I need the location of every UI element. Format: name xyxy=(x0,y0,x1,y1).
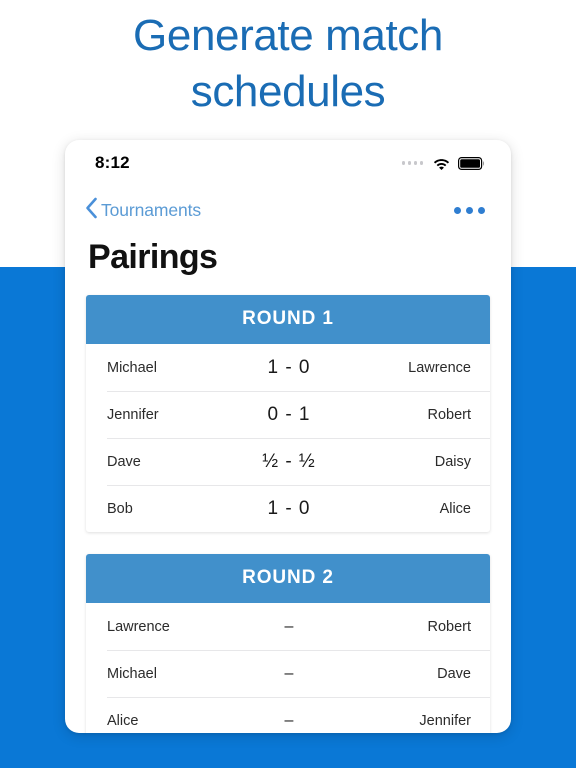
match-score: 1 - 0 xyxy=(267,356,311,378)
rounds-list: ROUND 1 Michael 1 - 0 Lawrence Jennifer 0 - 1… xyxy=(65,295,511,733)
status-bar-time: 8:12 xyxy=(95,153,130,172)
promo-headline-line-1: Generate match xyxy=(133,11,443,60)
round-block: ROUND 1 Michael 1 - 0 Lawrence Jennifer 0 - 1… xyxy=(86,295,490,532)
player-black: Robert xyxy=(427,618,471,635)
match-score: ½ - ½ xyxy=(262,450,316,472)
player-black: Lawrence xyxy=(408,359,471,376)
match-row[interactable]: Michael – Dave xyxy=(86,650,490,697)
player-black: Daisy xyxy=(434,453,471,470)
promo-headline-line-2: schedules xyxy=(190,67,386,117)
player-white: Bob xyxy=(107,500,133,517)
match-score: – xyxy=(284,617,294,635)
status-bar: 8:12 xyxy=(65,140,511,186)
round-header[interactable]: ROUND 1 xyxy=(86,295,490,344)
player-white: Jennifer xyxy=(107,406,159,423)
match-score: – xyxy=(284,711,294,729)
promo-headline: Generate match schedules xyxy=(0,8,576,121)
match-row[interactable]: Bob 1 - 0 Alice xyxy=(86,485,490,532)
match-row[interactable]: Jennifer 0 - 1 Robert xyxy=(86,391,490,438)
phone-screenshot-card: 8:12 Tournaments Pairings ROUND 1 Michae… xyxy=(65,140,511,733)
match-score: 1 - 0 xyxy=(267,497,311,519)
player-white: Alice xyxy=(107,712,139,729)
round-header[interactable]: ROUND 2 xyxy=(86,554,490,603)
battery-full-icon xyxy=(458,156,485,170)
match-row[interactable]: Alice – Jennifer xyxy=(86,697,490,733)
player-white: Michael xyxy=(107,665,157,682)
navigation-bar: Tournaments xyxy=(65,186,511,234)
signal-dots-icon xyxy=(401,161,423,165)
match-row[interactable]: Lawrence – Robert xyxy=(86,603,490,650)
player-white: Lawrence xyxy=(107,618,170,635)
match-row[interactable]: Dave ½ - ½ Daisy xyxy=(86,438,490,485)
wifi-icon xyxy=(433,157,450,170)
more-horizontal-icon[interactable] xyxy=(454,206,485,214)
status-bar-icons xyxy=(401,156,486,170)
match-row[interactable]: Michael 1 - 0 Lawrence xyxy=(86,344,490,391)
player-black: Dave xyxy=(437,665,471,682)
round-block: ROUND 2 Lawrence – Robert Michael – Dave Alice –… xyxy=(86,554,490,733)
page-title: Pairings xyxy=(88,238,218,276)
back-button-label: Tournaments xyxy=(101,199,202,220)
player-black: Jennifer xyxy=(419,712,471,729)
player-white: Dave xyxy=(107,453,141,470)
back-button[interactable]: Tournaments xyxy=(85,197,201,224)
match-score: – xyxy=(284,664,294,682)
player-black: Alice xyxy=(439,500,471,517)
chevron-left-icon xyxy=(85,197,98,224)
player-white: Michael xyxy=(107,359,157,376)
match-score: 0 - 1 xyxy=(267,403,311,425)
player-black: Robert xyxy=(427,406,471,423)
